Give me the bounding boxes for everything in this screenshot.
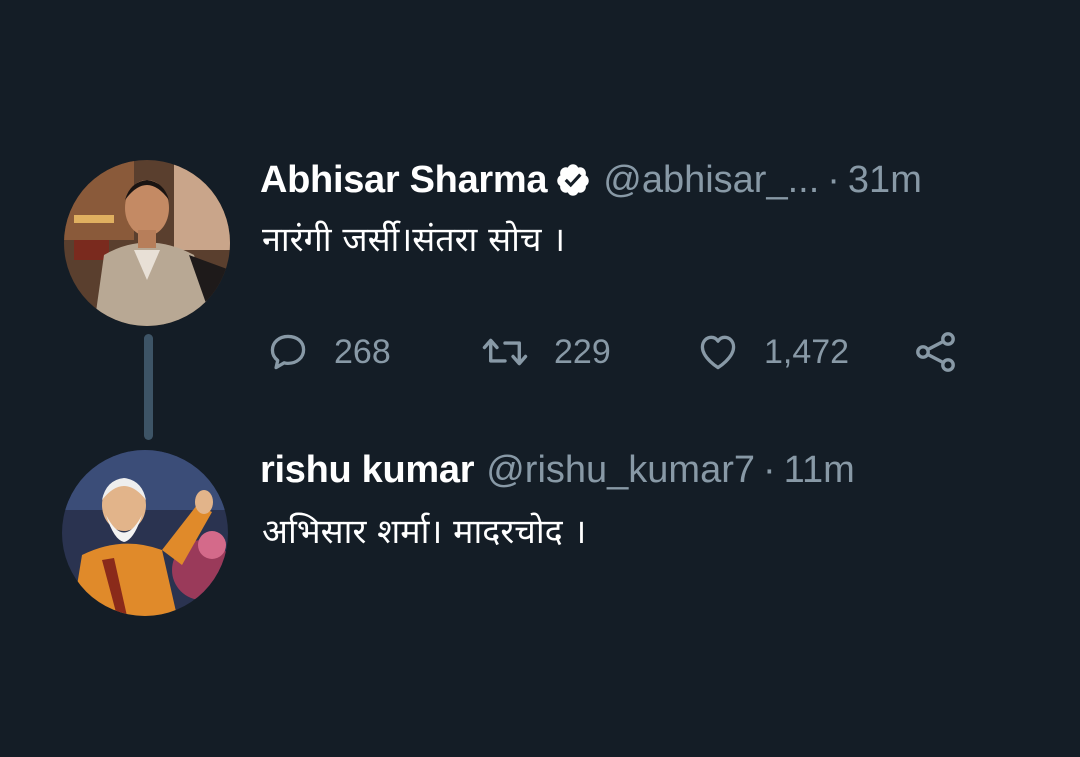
tweet-thread: Abhisar Sharma @abhisar_... · 31m नारंगी… — [0, 0, 1080, 757]
like-button[interactable]: 1,472 — [696, 324, 849, 380]
timestamp[interactable]: 11m — [784, 448, 855, 492]
retweet-count: 229 — [554, 332, 611, 371]
person-avatar-icon — [64, 160, 230, 326]
like-icon — [696, 330, 740, 374]
display-name[interactable]: Abhisar Sharma — [260, 158, 548, 202]
tweet-text: नारंगी जर्सी।संतरा सोच । — [262, 220, 566, 260]
reply-icon — [266, 330, 310, 374]
verified-badge-icon — [555, 162, 591, 198]
user-handle[interactable]: @rishu_kumar7 — [486, 448, 755, 492]
share-icon — [912, 328, 960, 376]
separator-dot: · — [763, 449, 776, 491]
retweet-icon — [480, 330, 530, 374]
tweet-actions: 268 229 1,472 — [266, 324, 986, 380]
tweet-header: Abhisar Sharma @abhisar_... · 31m — [260, 158, 922, 202]
like-count: 1,472 — [764, 332, 850, 371]
reply-count: 268 — [334, 332, 391, 371]
separator-dot: · — [827, 159, 840, 201]
person-avatar-icon — [62, 450, 228, 616]
display-name[interactable]: rishu kumar — [260, 448, 475, 492]
avatar[interactable] — [62, 450, 228, 616]
user-handle[interactable]: @abhisar_... — [603, 158, 819, 202]
tweet-text: अभिसार शर्मा। मादरचोद । — [262, 512, 587, 552]
retweet-button[interactable]: 229 — [480, 324, 611, 380]
timestamp[interactable]: 31m — [848, 158, 922, 202]
tweet-header: rishu kumar @rishu_kumar7 · 11m — [260, 448, 855, 492]
reply-button[interactable]: 268 — [266, 324, 391, 380]
thread-connector-line — [144, 334, 153, 440]
share-button[interactable] — [912, 324, 960, 380]
avatar[interactable] — [64, 160, 230, 326]
